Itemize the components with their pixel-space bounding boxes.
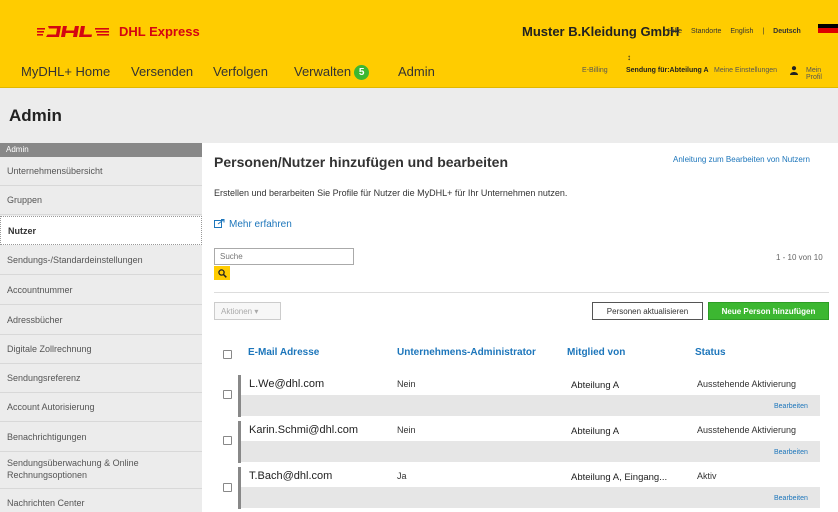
external-link-icon	[214, 219, 225, 228]
user-icon	[790, 66, 798, 75]
user-status: Ausstehende Aktivierung	[697, 425, 797, 435]
main-navigation: MyDHL+ Home Versenden Verfolgen Verwalte…	[0, 59, 838, 87]
column-header-admin[interactable]: Unternehmens-Administrator	[397, 347, 536, 358]
page-title: Admin	[9, 106, 62, 125]
user-group: Abteilung A, Eingang...	[571, 472, 668, 483]
utility-links: Hilfe Standorte English | Deutsch	[668, 28, 801, 35]
user-group: Abteilung A	[571, 426, 620, 437]
sidebar-item-shipment-reference[interactable]: Sendungsreferenz	[0, 364, 202, 393]
sidebar-item-groups[interactable]: Gruppen	[0, 186, 202, 215]
sidebar-item-users[interactable]: Nutzer	[0, 216, 202, 245]
nav-admin[interactable]: Admin	[398, 64, 435, 79]
user-admin-flag: Nein	[397, 425, 416, 435]
settings-link[interactable]: Meine Einstellungen	[714, 67, 777, 74]
select-all-checkbox[interactable]	[223, 350, 232, 359]
user-admin-flag: Ja	[397, 471, 407, 481]
add-person-button[interactable]: Neue Person hinzufügen	[708, 302, 829, 320]
ebilling-link[interactable]: E-Billing	[582, 67, 608, 74]
sidebar-item-monitoring-billing[interactable]: Sendungsüberwachung & Online Rechnungsop…	[0, 453, 202, 489]
top-header: DHL Express Muster B.Kleidung GmbH Hilfe…	[0, 0, 838, 88]
german-flag-icon[interactable]	[818, 24, 838, 37]
user-status: Aktiv	[697, 471, 717, 481]
edit-users-guide-link[interactable]: Anleitung zum Bearbeiten von Nutzern	[673, 155, 810, 164]
search-input[interactable]	[214, 248, 354, 265]
table-row: L.We@dhl.com Nein Abteilung A Ausstehend…	[238, 375, 820, 417]
user-admin-flag: Nein	[397, 379, 416, 389]
user-status: Ausstehende Aktivierung	[697, 379, 797, 389]
section-description: Erstellen und berarbeiten Sie Profile fü…	[214, 188, 568, 198]
user-email: L.We@dhl.com	[249, 378, 325, 390]
table-row: T.Bach@dhl.com Ja Abteilung A, Eingang..…	[238, 467, 820, 509]
row-checkbox[interactable]	[223, 390, 232, 399]
edit-user-link[interactable]: Bearbeiten	[774, 495, 808, 502]
profile-link[interactable]: Mein Profil	[806, 67, 838, 81]
row-checkbox[interactable]	[223, 483, 232, 492]
result-count: 1 - 10 von 10	[776, 253, 823, 262]
page-title-band	[0, 88, 838, 143]
row-action-band	[241, 487, 820, 508]
table-row: Karin.Schmi@dhl.com Nein Abteilung A Aus…	[238, 421, 820, 463]
sidebar-item-shipping-defaults[interactable]: Sendungs-/Standardeinstellungen	[0, 246, 202, 275]
refresh-people-button[interactable]: Personen aktualisieren	[592, 302, 703, 320]
german-link[interactable]: Deutsch	[773, 28, 801, 35]
section-title: Personen/Nutzer hinzufügen und bearbeite…	[214, 154, 509, 170]
nav-track[interactable]: Verfolgen	[213, 64, 268, 79]
sidebar: Admin Unternehmensübersicht Gruppen Nutz…	[0, 143, 202, 512]
locations-link[interactable]: Standorte	[691, 28, 721, 35]
divider	[214, 292, 829, 293]
sidebar-item-account-number[interactable]: Accountnummer	[0, 276, 202, 305]
nav-ship[interactable]: Versenden	[131, 64, 193, 79]
separator: |	[762, 28, 765, 35]
learn-more-link[interactable]: Mehr erfahren	[214, 219, 292, 230]
nav-home[interactable]: MyDHL+ Home	[21, 64, 110, 79]
sidebar-item-account-authorization[interactable]: Account Autorisierung	[0, 393, 202, 422]
column-header-status[interactable]: Status	[695, 347, 726, 358]
edit-user-link[interactable]: Bearbeiten	[774, 449, 808, 456]
row-action-band	[241, 395, 820, 416]
dhl-logo[interactable]	[37, 24, 109, 39]
sidebar-item-company-overview[interactable]: Unternehmensübersicht	[0, 157, 202, 186]
search-button[interactable]	[214, 266, 230, 280]
user-group: Abteilung A	[571, 380, 620, 391]
sidebar-item-notifications[interactable]: Benachrichtigungen	[0, 423, 202, 452]
english-link[interactable]: English	[730, 28, 753, 35]
shipping-for-selector[interactable]: Sendung für:Abteilung A	[626, 67, 709, 74]
nav-manage[interactable]: Verwalten 5	[294, 64, 370, 80]
user-email: T.Bach@dhl.com	[249, 470, 333, 482]
row-action-band	[241, 441, 820, 462]
sidebar-item-digital-invoice[interactable]: Digitale Zollrechnung	[0, 335, 202, 364]
learn-more-label: Mehr erfahren	[229, 219, 292, 230]
column-header-email[interactable]: E-Mail Adresse	[248, 347, 319, 358]
user-email: Karin.Schmi@dhl.com	[249, 424, 358, 436]
sidebar-header: Admin	[0, 143, 202, 157]
sidebar-item-address-books[interactable]: Adressbücher	[0, 306, 202, 335]
company-name: Muster B.Kleidung GmbH	[522, 24, 680, 39]
nav-manage-label: Verwalten	[294, 64, 352, 79]
actions-dropdown[interactable]: Aktionen ▾	[214, 302, 281, 320]
search-icon	[217, 268, 227, 278]
help-link[interactable]: Hilfe	[668, 28, 682, 35]
row-checkbox[interactable]	[223, 436, 232, 445]
manage-count-badge: 5	[354, 65, 370, 80]
sidebar-item-message-center[interactable]: Nachrichten Center	[0, 489, 202, 512]
edit-user-link[interactable]: Bearbeiten	[774, 403, 808, 410]
column-header-member-of[interactable]: Mitglied von	[567, 347, 625, 358]
brand-label: DHL Express	[119, 24, 200, 39]
